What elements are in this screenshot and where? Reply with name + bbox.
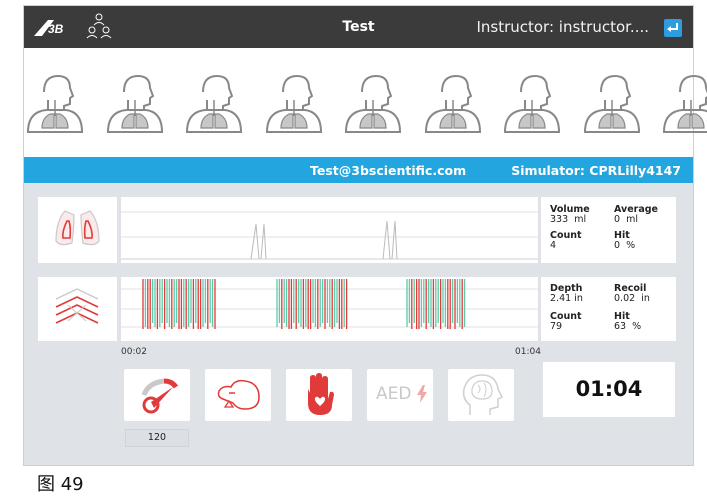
consciousness-button[interactable] [448,369,514,421]
trainee-head-icon[interactable] [342,70,404,134]
compression-rate-value: 120 [125,429,189,447]
session-timer: 01:04 [543,362,675,417]
brain-head-icon [462,374,504,415]
trainee-head-icon[interactable] [24,70,86,134]
head-airway-icon [217,379,260,410]
app-window: 3B Test Instructor: instructor.... Test@… [23,5,707,466]
hand-heart-icon [308,373,334,415]
ventilation-graph [121,197,538,263]
timeline-start: 00:02 [121,347,147,357]
volume-value: 333 ml [550,214,587,225]
trainee-detail-panel: Test@3bscientific.com Simulator: CPRLill… [24,157,693,465]
airway-button[interactable] [205,369,271,421]
instructor-name: Instructor: instructor.... [476,18,649,36]
compression-graph [121,277,538,341]
trainee-email: Test@3bscientific.com [310,163,467,178]
timeline-end: 01:04 [515,347,541,357]
logout-button[interactable] [664,19,682,37]
compression-rate-button[interactable] [124,369,190,421]
chest-compression-icon [55,288,99,324]
trainee-list [24,70,707,134]
trainee-head-icon[interactable] [263,70,325,134]
trainee-head-icon[interactable] [104,70,166,134]
gauge-icon [141,378,179,414]
recoil-value: 0.02 in [614,293,650,304]
ventilation-hit-value: 0 % [614,240,636,251]
ventilation-stats: Volume 333 ml Average 0 ml Count 4 Hit 0… [541,197,676,263]
lightning-icon [417,385,427,403]
aed-button[interactable]: AED [367,369,433,421]
return-arrow-icon [667,23,678,32]
simulator-name: Simulator: CPRLilly4147 [511,163,681,178]
ventilation-count-value: 4 [550,240,557,251]
trainee-head-icon[interactable] [660,70,707,134]
lungs-icon-box [38,197,117,263]
average-value: 0 ml [614,214,638,225]
depth-value: 2.41 in [550,293,583,304]
aed-label: AED [376,384,412,404]
figure-caption: 图 49 [37,474,84,495]
trainee-head-icon[interactable] [581,70,643,134]
trainee-head-icon[interactable] [501,70,563,134]
hand-position-button[interactable] [286,369,352,421]
compression-hit-value: 63 % [614,321,642,332]
lungs-icon [55,210,100,246]
compression-stats: Depth 2.41 in Recoil 0.02 in Count 79 Hi… [541,277,676,341]
session-header: Test@3bscientific.com Simulator: CPRLill… [24,157,693,183]
chest-compression-icon-box [38,277,117,341]
trainee-head-icon[interactable] [422,70,484,134]
compression-count-value: 79 [550,321,563,332]
trainee-head-icon[interactable] [183,70,245,134]
top-bar: 3B Test Instructor: instructor.... [24,6,693,48]
